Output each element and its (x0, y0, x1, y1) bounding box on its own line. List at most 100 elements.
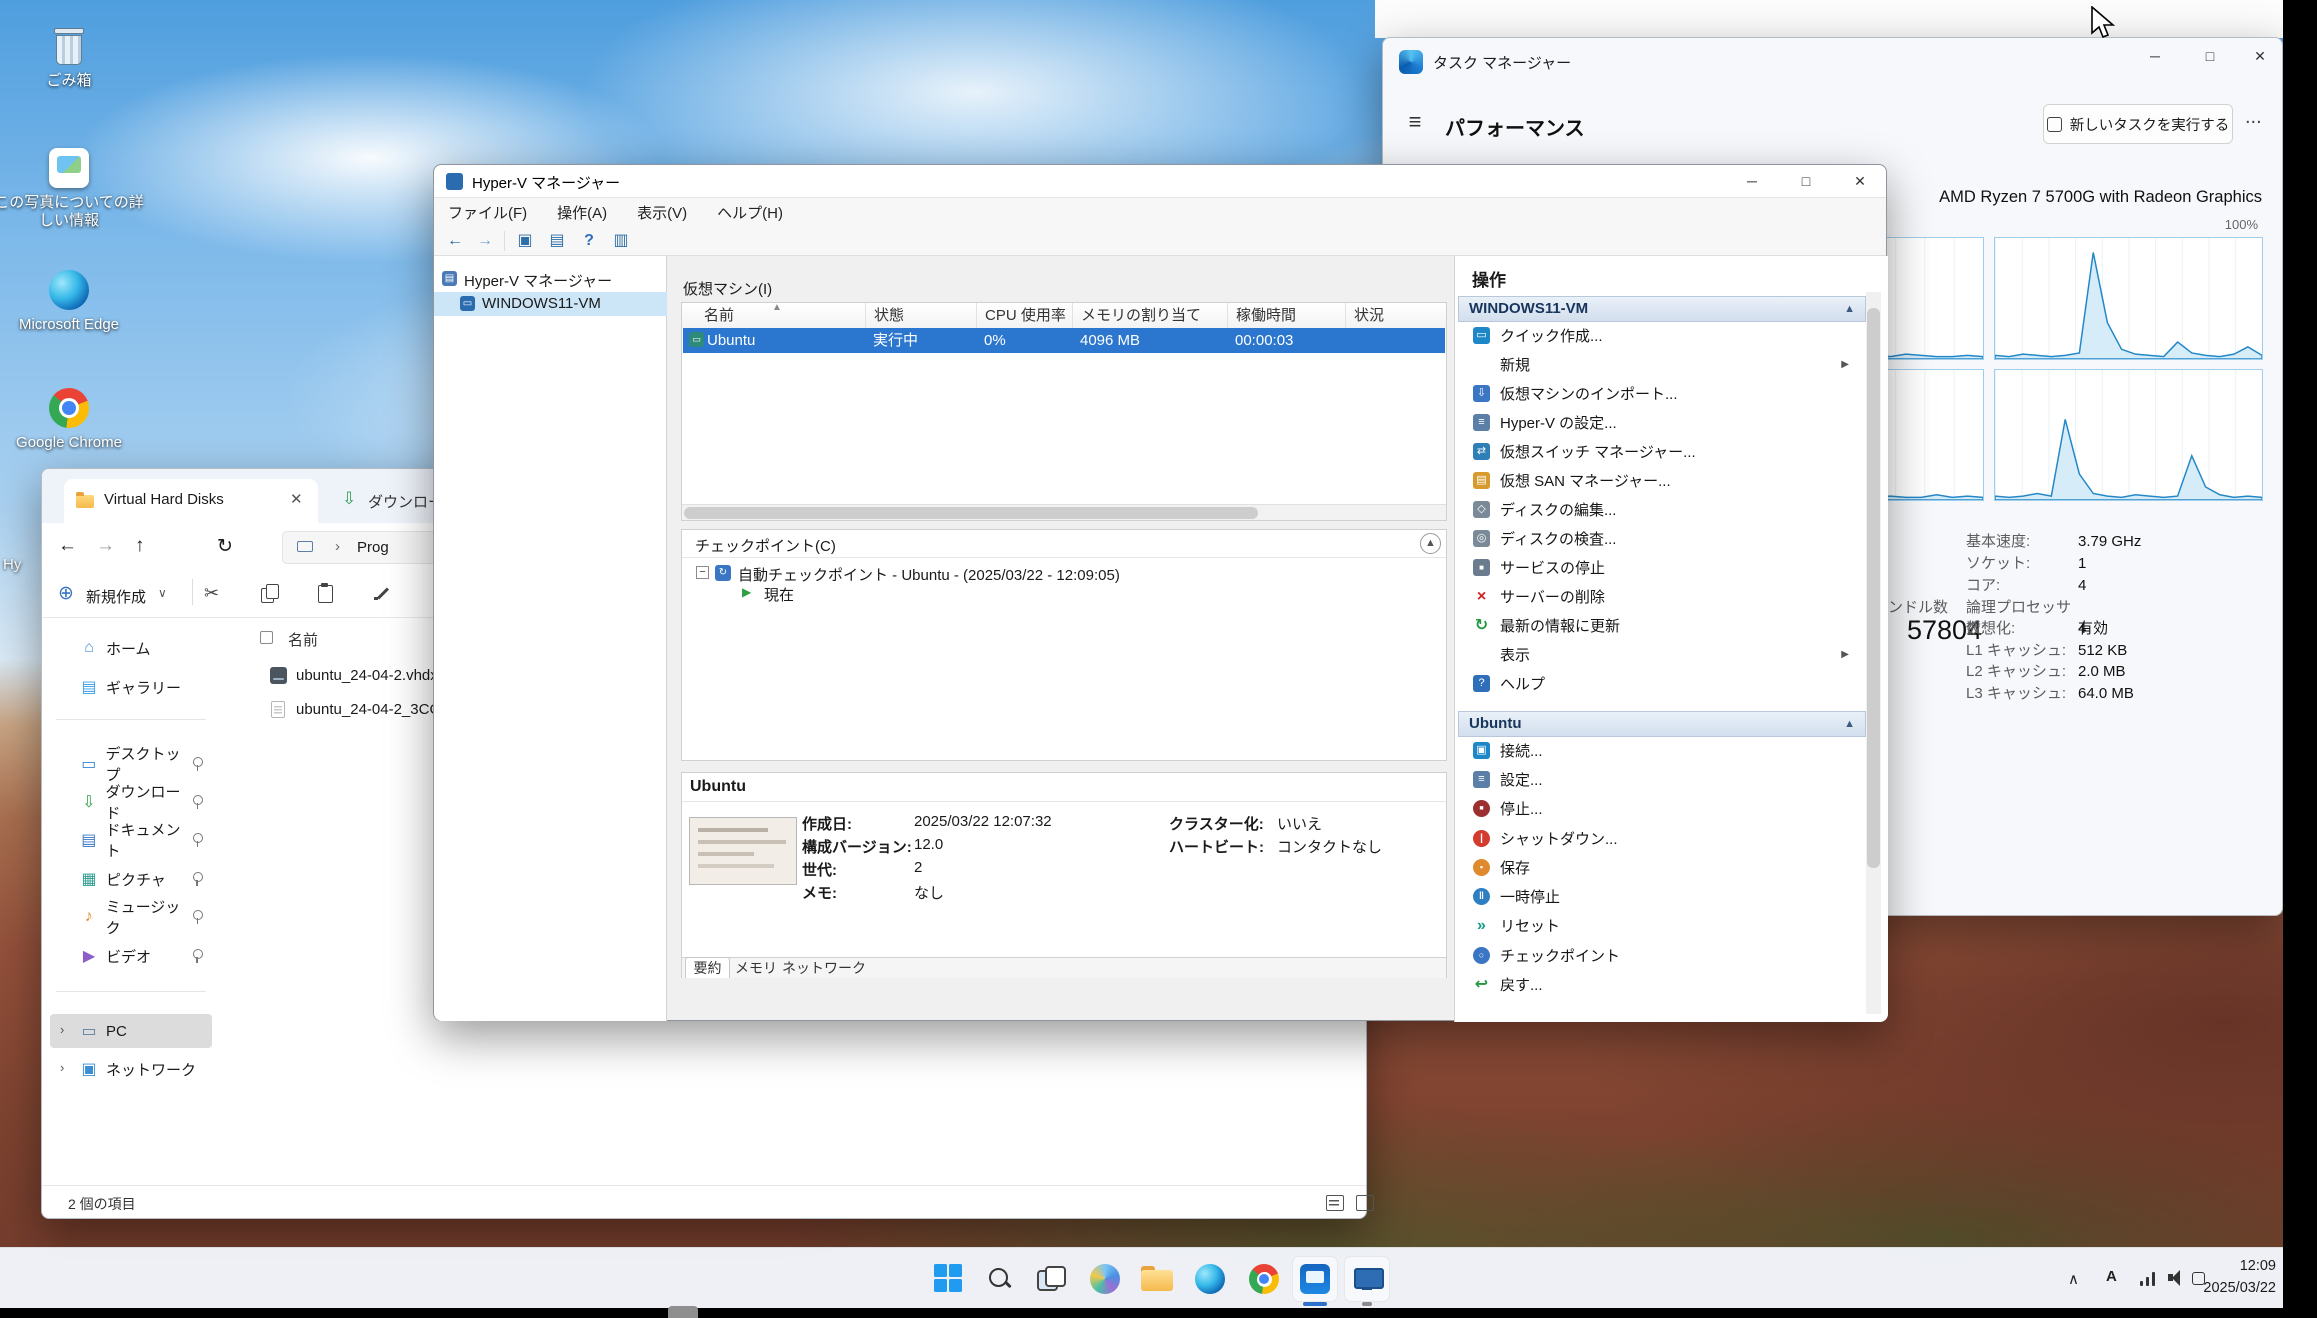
hamburger-menu-icon[interactable]: ≡ (1401, 108, 1429, 136)
column-header-state[interactable]: 状態 (866, 303, 977, 328)
minimize-button[interactable]: ─ (2131, 40, 2179, 73)
actions-server-header[interactable]: WINDOWS11-VM▲ (1458, 296, 1866, 322)
vm-row-selected[interactable]: ▭ Ubuntu 実行中 0% 4096 MB 00:00:03 (683, 328, 1445, 353)
action-quick-create[interactable]: クイック作成... (1463, 321, 1863, 349)
ime-mode-indicator[interactable]: A (2106, 1268, 2117, 1285)
paste-icon[interactable] (316, 583, 336, 603)
chrome-icon[interactable] (1246, 1261, 1282, 1297)
forward-icon[interactable]: → (472, 229, 498, 253)
action-virtual-switch-manager[interactable]: 仮想スイッチ マネージャー... (1463, 437, 1863, 465)
edge-icon[interactable] (1192, 1261, 1228, 1297)
action-refresh[interactable]: 最新の情報に更新 (1463, 611, 1863, 639)
sidebar-item-music[interactable]: ♪ミュージック (42, 900, 220, 934)
action-checkpoint[interactable]: チェックポイント (1463, 941, 1863, 969)
scrollbar-thumb[interactable] (684, 507, 1258, 519)
column-header-uptime[interactable]: 稼働時間 (1228, 303, 1346, 328)
task-manager-titlebar[interactable]: タスク マネージャー ─ □ ✕ (1383, 38, 2282, 86)
search-icon[interactable] (982, 1261, 1018, 1297)
tree-item-root[interactable]: ▤ Hyper-V マネージャー (434, 267, 667, 291)
more-options-button[interactable]: ... (2245, 106, 2262, 129)
tree-item-server[interactable]: ▭ WINDOWS11-VM (434, 292, 667, 316)
action-revert[interactable]: 戻す... (1463, 970, 1863, 998)
copilot-icon[interactable] (1087, 1261, 1123, 1297)
task-view-icon[interactable] (1032, 1261, 1068, 1297)
column-header-memory[interactable]: メモリの割り当て (1073, 303, 1228, 328)
window-pane-icon[interactable]: ▣ (512, 229, 538, 253)
new-item-plus-icon[interactable]: ⊕ (58, 582, 74, 605)
tray-chevron-up-icon[interactable]: ∧ (2068, 1270, 2079, 1288)
menu-view[interactable]: 表示(V) (637, 202, 687, 223)
action-stop-service[interactable]: サービスの停止 (1463, 553, 1863, 581)
action-help[interactable]: ヘルプ (1463, 669, 1863, 697)
explorer-tab-active[interactable]: Virtual Hard Disks ✕ (64, 479, 318, 523)
scrollbar-thumb[interactable] (1867, 308, 1880, 868)
sidebar-item-gallery[interactable]: ▤ギャラリー (42, 670, 220, 704)
forward-icon[interactable]: → (96, 535, 115, 557)
menu-action[interactable]: 操作(A) (557, 202, 607, 223)
details-view-icon[interactable] (1326, 1195, 1344, 1211)
column-header-status[interactable]: 状況 (1346, 303, 1446, 328)
column-header-cpu[interactable]: CPU 使用率 (977, 303, 1073, 328)
run-new-task-button[interactable]: 新しいタスクを実行する (2043, 104, 2233, 144)
rename-icon[interactable] (374, 583, 394, 603)
copy-icon[interactable] (260, 583, 280, 603)
action-connect[interactable]: 接続... (1463, 736, 1863, 764)
checkpoint-now-item[interactable]: ▶ 現在 (682, 583, 1446, 603)
action-virtual-san-manager[interactable]: 仮想 SAN マネージャー... (1463, 466, 1863, 494)
volume-icon[interactable] (2168, 1269, 2182, 1286)
action-import-vm[interactable]: 仮想マシンのインポート... (1463, 379, 1863, 407)
tree-collapse-icon[interactable]: − (696, 566, 709, 579)
action-edit-disk[interactable]: ディスクの編集... (1463, 495, 1863, 523)
action-hyperv-settings[interactable]: Hyper-V の設定... (1463, 408, 1863, 436)
sidebar-item-videos[interactable]: ▶ビデオ (42, 939, 220, 973)
back-icon[interactable]: ← (442, 229, 468, 253)
tab-summary[interactable]: 要約 (685, 957, 730, 978)
action-remove-server[interactable]: サーバーの削除 (1463, 582, 1863, 610)
close-button[interactable]: ✕ (2236, 40, 2284, 73)
sidebar-item-network[interactable]: ›▣ネットワーク (42, 1052, 220, 1086)
cut-icon[interactable]: ✂ (204, 583, 219, 604)
vm-thumbnail[interactable] (689, 817, 797, 885)
back-icon[interactable]: ← (58, 535, 77, 557)
tab-memory[interactable]: メモリ (733, 958, 779, 979)
sidebar-item-pictures[interactable]: ▦ピクチャ (42, 862, 220, 896)
help-icon[interactable]: ? (576, 229, 602, 253)
vm-connect-taskbar-icon[interactable] (1349, 1261, 1385, 1297)
hyperv-manager-taskbar-icon[interactable] (1297, 1261, 1333, 1297)
export-list-icon[interactable]: ▤ (544, 229, 570, 253)
network-icon[interactable] (2140, 1270, 2158, 1286)
sidebar-item-desktop[interactable]: ▭デスクトップ (42, 747, 220, 781)
vertical-scrollbar[interactable] (1866, 292, 1881, 1014)
action-new[interactable]: 新規▶ (1463, 350, 1863, 378)
sidebar-item-documents[interactable]: ▤ドキュメント (42, 823, 220, 857)
file-explorer-icon[interactable] (1139, 1261, 1175, 1297)
refresh-icon[interactable]: ↻ (217, 535, 233, 558)
action-inspect-disk[interactable]: ディスクの検査... (1463, 524, 1863, 552)
menu-file[interactable]: ファイル(F) (448, 202, 527, 223)
actions-vm-header[interactable]: Ubuntu▲ (1458, 711, 1866, 737)
sidebar-item-downloads[interactable]: ⇩ダウンロード (42, 785, 220, 819)
horizontal-scrollbar[interactable] (682, 504, 1446, 520)
action-save[interactable]: 保存 (1463, 853, 1863, 881)
large-icons-view-icon[interactable] (1356, 1195, 1374, 1211)
action-vm-settings[interactable]: 設定... (1463, 765, 1863, 793)
column-header-name[interactable]: 名前 (288, 629, 318, 650)
select-all-checkbox[interactable] (260, 631, 273, 644)
action-turn-off[interactable]: 停止... (1463, 794, 1863, 822)
tab-close-icon[interactable]: ✕ (290, 490, 303, 508)
sidebar-item-pc[interactable]: ›▭PC (42, 1014, 220, 1048)
sidebar-item-home[interactable]: ⌂ホーム (42, 631, 220, 665)
action-reset[interactable]: リセット (1463, 911, 1863, 939)
up-icon[interactable]: ↑ (135, 535, 145, 557)
maximize-button[interactable]: □ (2186, 40, 2234, 73)
properties-icon[interactable]: ▥ (608, 229, 634, 253)
maximize-button[interactable]: □ (1782, 165, 1830, 198)
menu-help[interactable]: ヘルプ(H) (717, 202, 783, 223)
action-shut-down[interactable]: シャットダウン... (1463, 824, 1863, 852)
minimize-button[interactable]: ─ (1728, 165, 1776, 198)
start-button[interactable] (931, 1261, 967, 1297)
new-item-button[interactable]: 新規作成 (86, 586, 146, 607)
chevron-down-icon[interactable]: ∨ (158, 586, 167, 600)
checkpoint-root-item[interactable]: − ↻ 自動チェックポイント - Ubuntu - (2025/03/22 - … (682, 563, 1446, 583)
close-button[interactable]: ✕ (1836, 165, 1884, 198)
